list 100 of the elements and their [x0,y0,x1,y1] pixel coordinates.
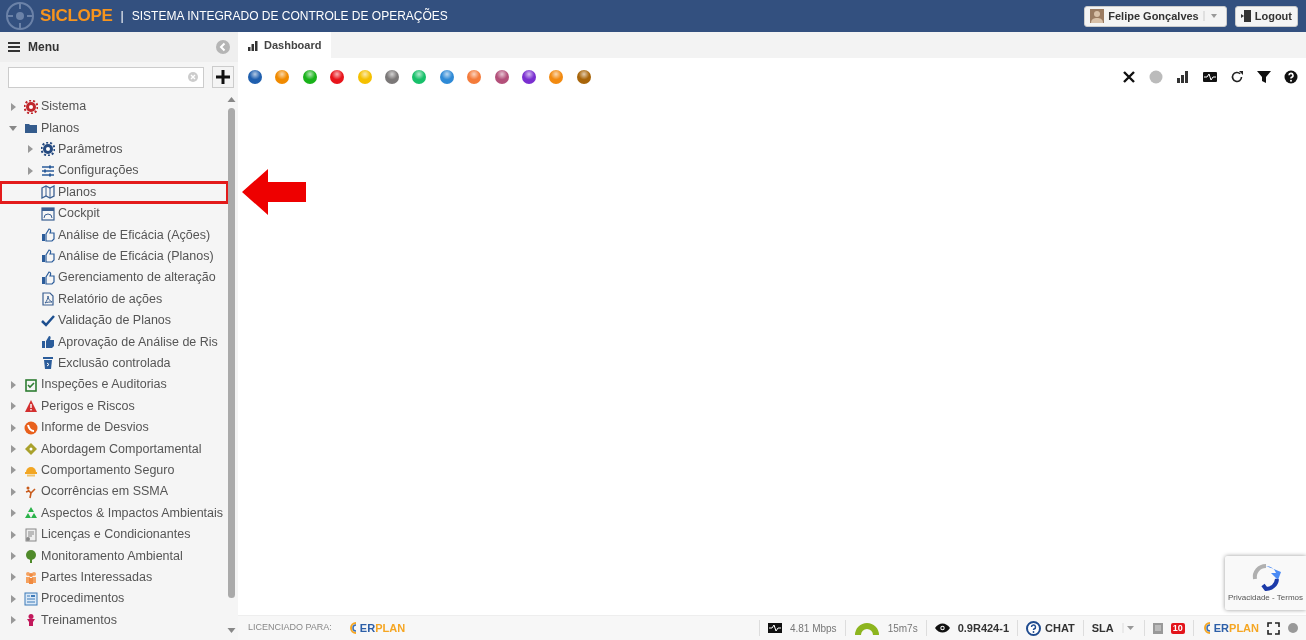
tree-item[interactable]: Relatório de ações [0,288,228,310]
color-filter-dot[interactable] [330,70,345,84]
expand-arrow-icon[interactable] [9,573,17,582]
tree-item-label: Procedimentos [41,590,125,608]
search-field[interactable] [8,66,205,88]
color-filter-dot[interactable] [275,70,290,84]
color-filter-dot[interactable] [549,70,564,84]
status-dot-icon [1288,623,1298,633]
color-filter-dot[interactable] [248,70,262,84]
color-filter-dot[interactable] [357,70,372,84]
version-text: 0.9R424-1 [957,620,1009,636]
tree-item[interactable]: Procedimentos [0,588,228,610]
tree-item-label: Abordagem Comportamental [41,440,202,458]
tree-item-label: Aprovação de Análise de Ris [58,333,218,351]
expand-arrow-icon[interactable] [9,423,17,432]
diamond-icon [24,441,38,456]
expand-arrow-icon[interactable] [9,444,17,453]
tree-item-label: Relatório de ações [58,290,163,308]
menu-title: Menu [28,39,60,56]
tree-item[interactable]: Cockpit [0,202,228,225]
erplan-logo: ERPLAN [347,619,406,637]
color-filter-dot[interactable] [302,70,317,84]
highlighted-tree-item[interactable]: Planos [0,181,228,203]
expand-arrow-icon[interactable] [9,402,17,411]
sla-dropdown[interactable]: SLA [1091,619,1136,637]
color-filter-dot[interactable] [494,70,509,84]
expand-arrow-icon[interactable] [9,466,17,475]
color-filter-dot[interactable] [467,70,482,84]
tree-item[interactable]: Abordagem Comportamental [0,438,228,460]
map-icon [41,185,55,200]
avatar-icon [1090,9,1105,23]
tree-item[interactable]: Perigos e Riscos [0,395,228,417]
fullscreen-icon[interactable] [1267,621,1280,635]
tree-item[interactable]: Treinamentos [0,609,228,631]
falling-person-icon [24,484,38,499]
pointer-arrow [242,169,306,216]
dashboard-tab[interactable]: Dashboard [238,32,332,58]
gear-icon [41,142,55,157]
tree-item-label: Parâmetros [58,141,123,159]
tree-item[interactable]: Licenças e Condicionantes [0,523,228,546]
expand-arrow-icon[interactable] [9,102,17,111]
tree-item[interactable]: Configurações [0,160,228,182]
recaptcha-links[interactable]: Privacidade - Termos [1228,591,1303,604]
help-icon[interactable] [1284,70,1298,84]
color-filter-dot[interactable] [412,70,427,84]
expand-arrow-icon[interactable] [26,166,34,175]
tree-item[interactable]: Parâmetros [0,138,228,161]
tree-item[interactable]: Monitoramento Ambiental [0,545,228,567]
tree-item[interactable]: Validação de Planos [0,309,228,332]
collapse-arrow-icon[interactable] [9,124,17,133]
monitor-pulse-icon[interactable] [1203,70,1217,84]
tree-item[interactable]: Planos [0,117,228,139]
expand-arrow-icon[interactable] [9,594,17,603]
inspection-icon [24,377,38,392]
filter-icon[interactable] [1257,70,1271,84]
close-icon[interactable] [1122,70,1136,84]
document-list-icon [24,591,38,606]
chat-button[interactable]: CHAT [1026,619,1075,637]
user-dropdown[interactable]: Felipe Gonçalves [1084,5,1227,27]
color-filter-dot[interactable] [384,70,399,84]
refresh-icon[interactable] [1230,70,1244,84]
menu-icon [8,42,20,52]
notification-badge[interactable]: 10 [1170,622,1185,634]
document-icon[interactable] [1152,622,1163,634]
tree-item-label: Gerenciamento de alteração [58,269,216,287]
expand-arrow-icon[interactable] [9,551,17,560]
dashboard-window-icon [41,206,55,221]
status-dot-icon[interactable] [1149,70,1163,84]
tree-item-label: Cockpit [58,205,100,223]
expand-arrow-icon[interactable] [26,145,34,154]
tree-item[interactable]: Inspeções e Auditorias [0,374,228,396]
tree-item-label: Configurações [58,162,139,180]
collapse-icon[interactable] [216,40,230,54]
expand-arrow-icon[interactable] [9,380,17,389]
tree-item[interactable]: Informe de Desvios [0,416,228,439]
expand-arrow-icon[interactable] [9,487,17,496]
tree-item[interactable]: Exclusão controlada [0,352,228,375]
expand-arrow-icon[interactable] [9,616,17,625]
tree-item[interactable]: Gerenciamento de alteração [0,267,228,289]
tree-item[interactable]: Análise de Eficácia (Ações) [0,224,228,246]
color-filter-dot[interactable] [439,70,454,84]
tree-item[interactable]: Aspectos & Impactos Ambientais [0,502,228,524]
tree-item[interactable]: Aprovação de Análise de Ris [0,331,228,353]
uptime-text: 15m7s [887,621,918,636]
expand-arrow-icon[interactable] [9,530,17,539]
signal-bars-icon[interactable] [1176,70,1190,84]
thumbs-up-icon [41,249,55,264]
pdf-file-icon [41,292,55,307]
color-filter-dot[interactable] [576,70,591,84]
tree-item[interactable]: Partes Interessadas [0,566,228,588]
color-filter-dot[interactable] [521,70,536,84]
tree-item[interactable]: Ocorrências em SSMA [0,481,228,503]
add-button[interactable] [212,66,234,88]
gear-icon [24,99,38,114]
tree-item[interactable]: Sistema [0,96,228,118]
separator-text: | [120,7,124,25]
logout-button[interactable]: Logout [1234,5,1298,27]
expand-arrow-icon[interactable] [9,509,17,518]
tree-item[interactable]: Comportamento Seguro [0,459,228,482]
tree-item[interactable]: Análise de Eficácia (Planos) [0,245,228,268]
